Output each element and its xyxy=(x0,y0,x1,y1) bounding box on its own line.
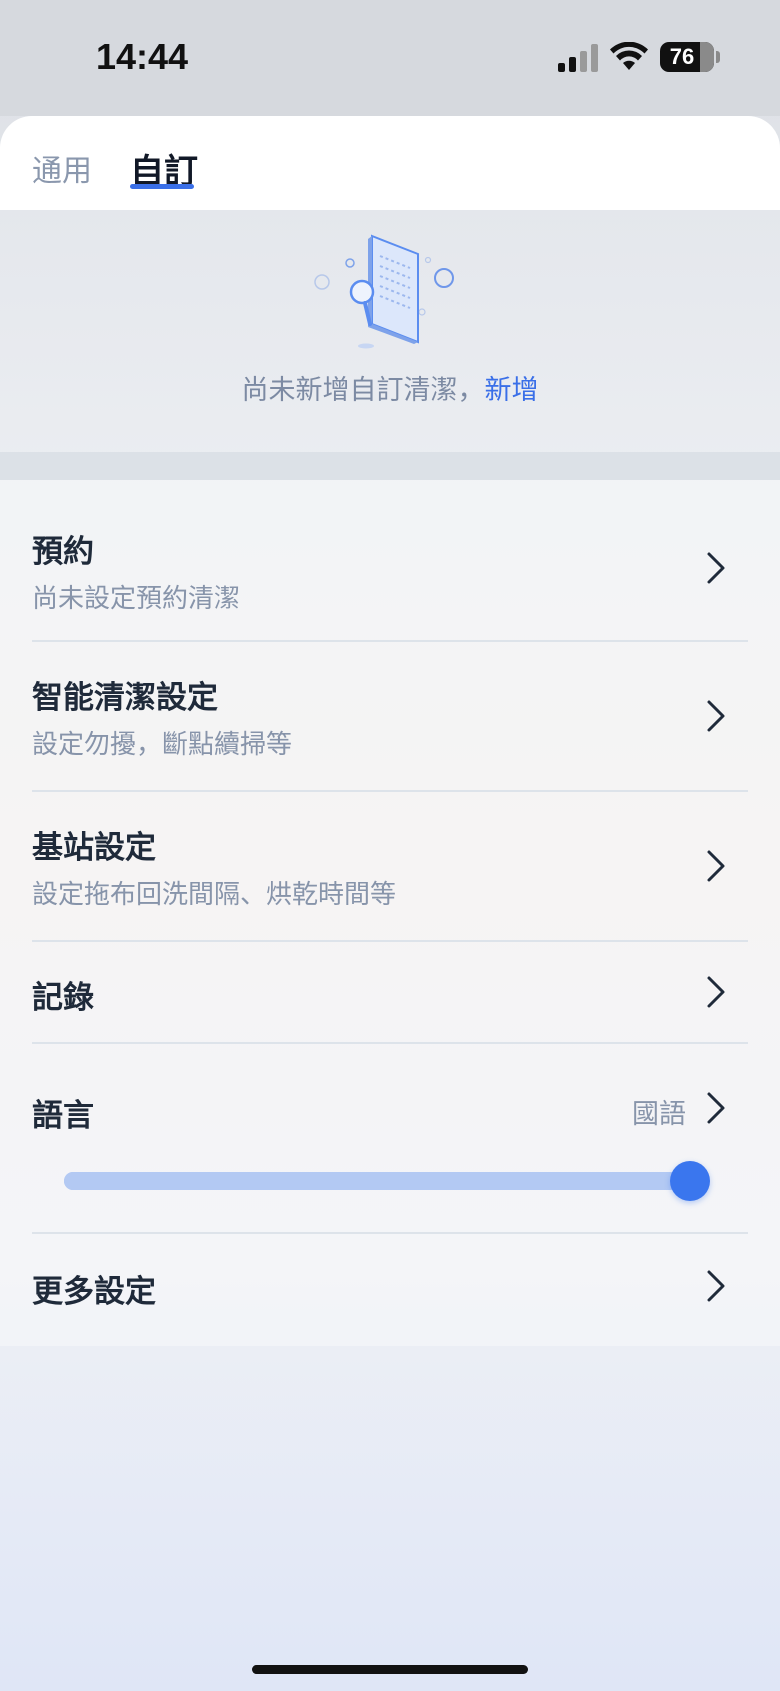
voice-volume-slider[interactable] xyxy=(64,1172,696,1190)
chevron-right-icon xyxy=(707,850,725,882)
more-settings-title: 更多設定 xyxy=(32,1274,156,1310)
battery-tip xyxy=(716,51,720,63)
empty-state-text: 尚未新增自訂清潔， xyxy=(241,375,485,406)
base-station-settings-row[interactable]: 基站設定 設定拖布回洗間隔、烘乾時間等 xyxy=(32,792,748,942)
add-custom-clean-link[interactable]: 新增 xyxy=(485,375,539,406)
more-settings-row[interactable]: 更多設定 xyxy=(32,1236,748,1336)
battery-icon: 76 xyxy=(660,42,714,72)
empty-state-message: 尚未新增自訂清潔，新增 xyxy=(0,368,780,407)
chevron-right-icon xyxy=(707,976,725,1008)
schedule-subtitle: 尚未設定預約清潔 xyxy=(32,584,241,614)
custom-clean-empty-state: 尚未新增自訂清潔，新增 xyxy=(0,210,780,452)
tab-bar: 通用 自訂 xyxy=(0,116,780,210)
chevron-right-icon xyxy=(707,700,725,732)
schedule-row[interactable]: 預約 尚未設定預約清潔 xyxy=(32,504,748,642)
status-bar: 14:44 76 xyxy=(0,0,780,116)
row-divider xyxy=(32,1232,748,1234)
wifi-icon xyxy=(610,42,648,70)
battery-level: 76 xyxy=(669,44,695,69)
slider-thumb[interactable] xyxy=(670,1161,710,1201)
language-row[interactable]: 語言 國語 xyxy=(32,1044,748,1234)
home-indicator xyxy=(252,1665,528,1674)
smart-clean-title: 智能清潔設定 xyxy=(32,680,218,716)
cellular-signal-icon xyxy=(558,44,598,72)
chevron-right-icon xyxy=(707,1270,725,1302)
tab-general[interactable]: 通用 xyxy=(32,146,92,190)
empty-document-search-icon xyxy=(314,234,454,349)
base-station-title: 基站設定 xyxy=(32,830,156,866)
schedule-title: 預約 xyxy=(32,534,94,570)
status-time: 14:44 xyxy=(96,36,189,77)
smart-clean-settings-row[interactable]: 智能清潔設定 設定勿擾，斷點續掃等 xyxy=(32,642,748,792)
language-value: 國語 xyxy=(632,1099,686,1130)
records-title: 記錄 xyxy=(32,980,94,1016)
tab-active-indicator xyxy=(130,184,194,189)
slider-fill xyxy=(64,1172,696,1190)
section-divider xyxy=(0,452,780,480)
chevron-right-icon xyxy=(707,552,725,584)
base-station-subtitle: 設定拖布回洗間隔、烘乾時間等 xyxy=(32,880,397,910)
records-row[interactable]: 記錄 xyxy=(32,942,748,1044)
smart-clean-subtitle: 設定勿擾，斷點續掃等 xyxy=(32,730,293,760)
chevron-right-icon xyxy=(707,1092,725,1124)
language-title: 語言 xyxy=(32,1098,94,1134)
